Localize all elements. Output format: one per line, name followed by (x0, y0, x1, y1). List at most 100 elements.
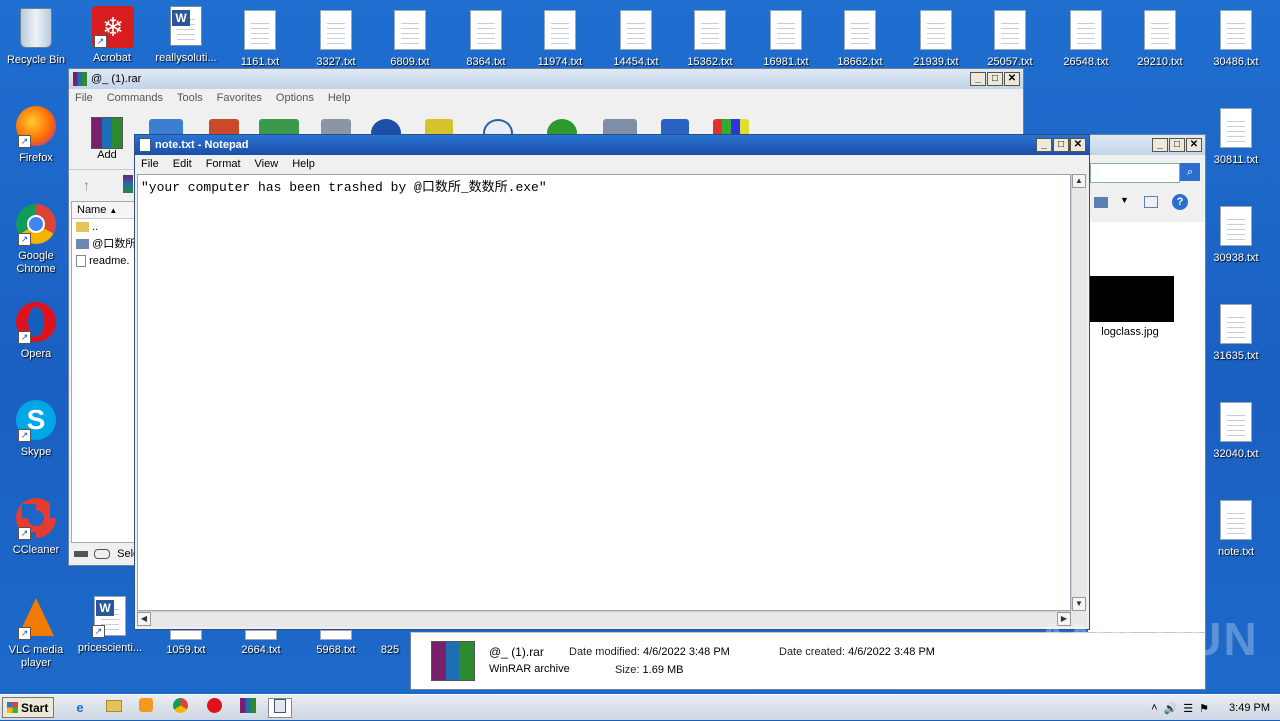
explorer-taskbar-icon[interactable] (102, 698, 126, 718)
file-25057[interactable]: 25057.txt (974, 10, 1046, 69)
skype-desktop-icon[interactable]: S ↗ Skype (0, 400, 72, 459)
add-button[interactable]: Add (85, 117, 129, 161)
scroll-left-arrow[interactable]: ◀ (137, 612, 151, 626)
explorer-titlebar[interactable]: _ □ ✕ (1088, 135, 1205, 155)
notepad-maximize-button[interactable]: □ (1053, 138, 1069, 152)
file-31635[interactable]: 31635.txt (1200, 304, 1272, 363)
word-doc-icon: W (166, 6, 206, 50)
menu-help[interactable]: Help (328, 92, 351, 104)
notepad-titlebar[interactable]: note.txt - Notepad _ □ ✕ (135, 135, 1089, 155)
volume-icon[interactable]: 🔊 (1164, 702, 1178, 715)
ie-taskbar-icon[interactable]: e (68, 698, 92, 718)
start-button[interactable]: Start (2, 697, 54, 718)
flag-icon[interactable]: ⚑ (1199, 702, 1209, 715)
minimize-button[interactable]: _ (970, 72, 986, 86)
notepad-window[interactable]: note.txt - Notepad _ □ ✕ File Edit Forma… (134, 134, 1090, 630)
notepad-close-button[interactable]: ✕ (1070, 138, 1086, 152)
tray-expand-icon[interactable]: ˄ (1151, 702, 1157, 714)
file-6809[interactable]: 6809.txt (374, 10, 446, 69)
explorer-maximize-button[interactable]: □ (1169, 138, 1185, 152)
drive-icon (74, 551, 88, 558)
file-1161[interactable]: 1161.txt (224, 10, 296, 69)
winrar-menubar: File Commands Tools Favorites Options He… (69, 89, 1023, 107)
file-825[interactable]: 825 (370, 630, 410, 657)
column-header-name[interactable]: Name ▲ (72, 202, 136, 219)
notepad-menu-view[interactable]: View (255, 158, 279, 170)
vlc-desktop-icon[interactable]: ↗ VLC media player (0, 596, 72, 670)
firefox-desktop-icon[interactable]: ↗ Firefox (0, 106, 72, 165)
up-button[interactable]: ↑ (83, 177, 90, 193)
notepad-text-area[interactable]: "your computer has been trashed by @口数所_… (137, 174, 1071, 611)
notepad-menu-file[interactable]: File (141, 158, 159, 170)
file-3327[interactable]: 3327.txt (300, 10, 372, 69)
maximize-button[interactable]: □ (987, 72, 1003, 86)
file-14454[interactable]: 14454.txt (600, 10, 672, 69)
file-note[interactable]: note.txt (1200, 500, 1272, 559)
text-file-icon (1066, 10, 1106, 54)
chrome-taskbar-icon[interactable] (168, 698, 192, 718)
file-30486[interactable]: 30486.txt (1200, 10, 1272, 69)
chevron-down-icon[interactable]: ▼ (1120, 195, 1129, 205)
preview-pane-icon[interactable] (1144, 196, 1158, 208)
notepad-vertical-scrollbar[interactable]: ▲ ▼ (1071, 174, 1087, 611)
ccleaner-desktop-icon[interactable]: ↗ CCleaner (0, 498, 72, 557)
file-1059[interactable]: 1059.txt (150, 630, 222, 657)
explorer-close-button[interactable]: ✕ (1186, 138, 1202, 152)
close-button[interactable]: ✕ (1004, 72, 1020, 86)
winrar-file-list[interactable]: Name ▲ .. @口数所 readme. (71, 201, 137, 543)
rar-archive-icon (431, 641, 475, 681)
file-21939[interactable]: 21939.txt (900, 10, 972, 69)
menu-tools[interactable]: Tools (177, 92, 203, 104)
file-16981[interactable]: 16981.txt (750, 10, 822, 69)
opera-taskbar-icon[interactable] (202, 698, 226, 718)
menu-favorites[interactable]: Favorites (217, 92, 262, 104)
file-2664[interactable]: 2664.txt (225, 630, 297, 657)
list-item[interactable]: @口数所 (72, 236, 136, 253)
menu-commands[interactable]: Commands (107, 92, 163, 104)
list-item[interactable]: .. (72, 219, 136, 236)
text-file-icon (1216, 10, 1256, 54)
acrobat-desktop-icon[interactable]: ❄ ↗ Acrobat (76, 6, 148, 65)
winrar-titlebar[interactable]: @_ (1).rar _ □ ✕ (69, 69, 1023, 89)
file-32040[interactable]: 32040.txt (1200, 402, 1272, 461)
file-11974[interactable]: 11974.txt (524, 10, 596, 69)
scroll-down-arrow[interactable]: ▼ (1072, 597, 1086, 611)
file-26548[interactable]: 26548.txt (1050, 10, 1122, 69)
chrome-desktop-icon[interactable]: ↗ Google Chrome (0, 204, 72, 276)
network-icon[interactable]: ☰ (1183, 702, 1193, 715)
explorer-minimize-button[interactable]: _ (1152, 138, 1168, 152)
explorer-window-top[interactable]: _ □ ✕ ⌕ ▼ ? (1088, 134, 1206, 234)
notepad-menu-format[interactable]: Format (206, 158, 241, 170)
file-29210[interactable]: 29210.txt (1124, 10, 1196, 69)
list-item[interactable]: readme. (72, 253, 136, 270)
winrar-taskbar-icon[interactable] (236, 698, 260, 718)
reallysoluti-desktop-icon[interactable]: W reallysoluti... (150, 6, 222, 65)
scroll-up-arrow[interactable]: ▲ (1072, 174, 1086, 188)
vlc-icon: ↗ (16, 598, 56, 642)
file-15362[interactable]: 15362.txt (674, 10, 746, 69)
file-5968[interactable]: 5968.txt (300, 630, 372, 657)
file-18662[interactable]: 18662.txt (824, 10, 896, 69)
notepad-horizontal-scrollbar[interactable]: ◀ ▶ (137, 611, 1071, 627)
recycle-bin-desktop-icon[interactable]: Recycle Bin (0, 6, 72, 67)
notepad-taskbar-icon[interactable] (268, 698, 292, 718)
file-30938[interactable]: 30938.txt (1200, 206, 1272, 265)
text-file-icon (1216, 304, 1256, 348)
clock[interactable]: 3:49 PM (1229, 702, 1270, 714)
file-8364[interactable]: 8364.txt (450, 10, 522, 69)
media-player-taskbar-icon[interactable] (134, 698, 158, 718)
explorer-content[interactable]: logclass.jpg (1088, 222, 1206, 632)
opera-desktop-icon[interactable]: ↗ Opera (0, 302, 72, 361)
menu-file[interactable]: File (75, 92, 93, 104)
logclass-thumbnail[interactable] (1090, 276, 1174, 322)
notepad-menu-help[interactable]: Help (292, 158, 315, 170)
explorer-search-input[interactable] (1090, 163, 1180, 183)
file-30811[interactable]: 30811.txt (1200, 108, 1272, 167)
help-icon[interactable]: ? (1172, 194, 1188, 210)
search-icon[interactable]: ⌕ (1180, 163, 1200, 181)
notepad-minimize-button[interactable]: _ (1036, 138, 1052, 152)
text-file-icon (1140, 10, 1180, 54)
notepad-menu-edit[interactable]: Edit (173, 158, 192, 170)
view-options-icon[interactable] (1094, 197, 1108, 208)
menu-options[interactable]: Options (276, 92, 314, 104)
